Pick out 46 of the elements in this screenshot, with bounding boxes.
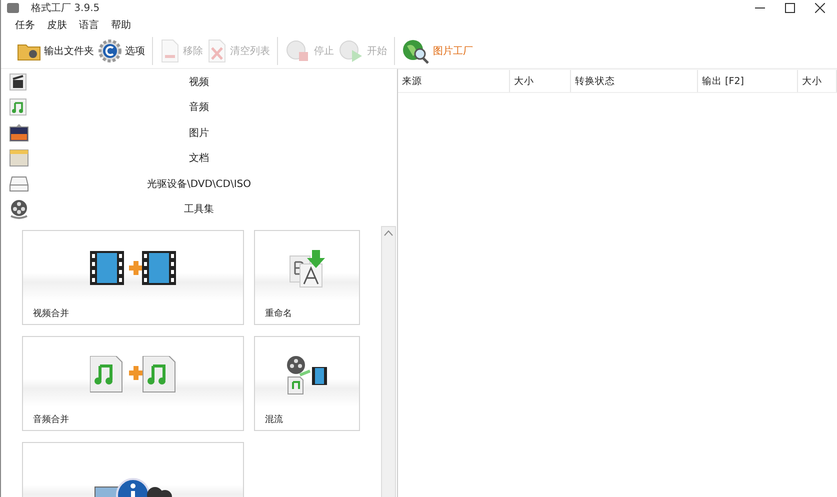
film-reel-icon	[9, 199, 29, 220]
category-item[interactable]: 视频	[1, 69, 397, 94]
document-icon	[9, 149, 29, 168]
tile-label: 音频合并	[32, 414, 69, 427]
column-header[interactable]: 大小	[510, 70, 571, 92]
column-header[interactable]: 输出 [F2]	[698, 70, 798, 92]
column-header[interactable]: 转换状态	[571, 70, 698, 92]
category-item[interactable]: 光驱设备\DVD\CD\ISO	[1, 171, 397, 196]
tile-label: 视频合并	[32, 308, 69, 321]
tool-tile[interactable]: 混流	[254, 336, 360, 431]
tool-tile[interactable]: 重命名	[254, 230, 360, 325]
film-strips-plus-icon	[90, 251, 176, 287]
column-header[interactable]: 来源	[398, 70, 510, 92]
category-item[interactable]: 文档	[1, 146, 397, 171]
disc-drive-icon	[9, 174, 29, 193]
tile-label: 混流	[264, 414, 283, 427]
stop-icon	[285, 38, 311, 62]
scrollbar[interactable]	[381, 226, 396, 497]
folder-button[interactable]: 输出文件夹	[15, 36, 96, 66]
gear-icon	[98, 38, 122, 62]
music-files-plus-icon	[90, 356, 176, 394]
category-item[interactable]: 图片	[1, 120, 397, 146]
globe-magnifier-icon	[402, 38, 430, 64]
app-icon	[7, 3, 19, 13]
clapper-icon	[9, 72, 29, 91]
column-header[interactable]: 大小	[798, 70, 837, 92]
close-icon	[815, 3, 825, 13]
menu-item[interactable]: 语言	[79, 18, 99, 32]
category-item[interactable]: 工具集	[1, 196, 397, 222]
reel-note-film-icon	[286, 355, 328, 395]
tool-tile[interactable]: 视频合并	[22, 230, 244, 325]
window-title: 格式工厂 3.9.5	[31, 2, 100, 15]
menu-item[interactable]: 皮肤	[47, 18, 67, 32]
menu-item[interactable]: 帮助	[111, 18, 131, 32]
document-minus-icon	[160, 38, 180, 62]
music-note-icon	[9, 98, 29, 116]
framed-picture-icon	[9, 124, 29, 142]
letters-arrow-icon	[288, 250, 326, 288]
tile-label: 重命名	[264, 308, 292, 321]
document-x-icon	[207, 38, 227, 62]
tool-tile[interactable]: 音频合并	[22, 336, 244, 431]
maximize-icon	[785, 3, 795, 13]
category-item[interactable]: 音频	[1, 94, 397, 120]
menu-item[interactable]: 任务	[15, 18, 35, 32]
play-icon	[338, 38, 364, 62]
gear-button[interactable]: 选项	[96, 36, 147, 66]
